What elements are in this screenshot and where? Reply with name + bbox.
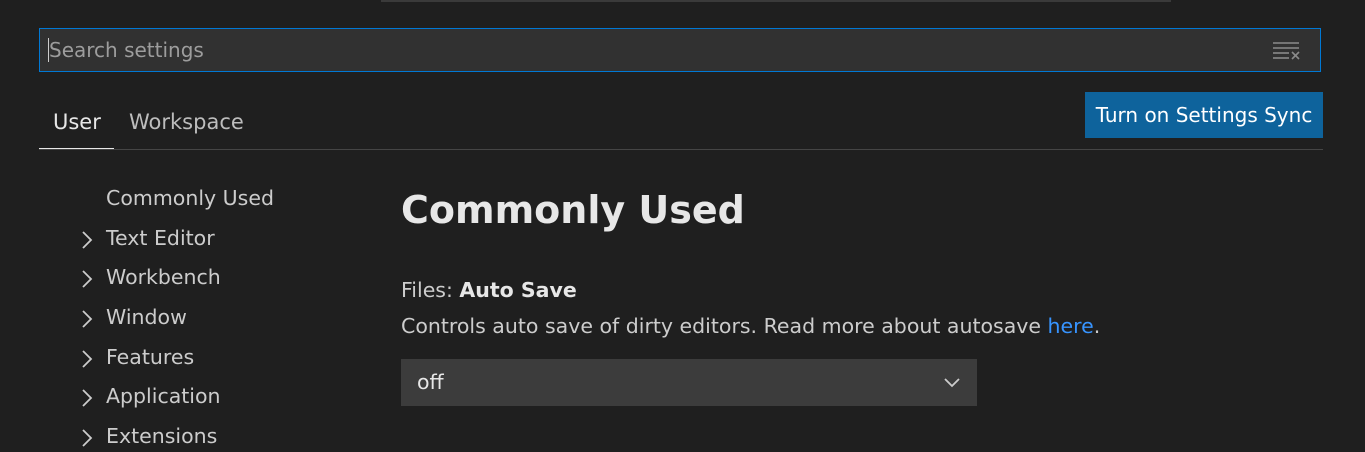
- search-box: [39, 28, 1321, 72]
- toc-item-features[interactable]: Features: [76, 339, 376, 379]
- clear-filter-icon[interactable]: [1272, 40, 1300, 60]
- toc-item-application[interactable]: Application: [76, 378, 376, 418]
- toc-item-commonly-used[interactable]: Commonly Used: [76, 180, 376, 220]
- auto-save-select[interactable]: off: [401, 359, 977, 406]
- settings-editor: User Workspace Turn on Settings Sync Com…: [0, 0, 1365, 452]
- setting-description-text: Controls auto save of dirty editors. Rea…: [401, 314, 1048, 338]
- tab-user[interactable]: User: [53, 108, 101, 148]
- setting-name: Auto Save: [459, 278, 577, 302]
- toc-item-label: Application: [106, 384, 221, 409]
- settings-toc: Commonly Used Text Editor Workbench Wind…: [76, 180, 376, 452]
- turn-on-settings-sync-button[interactable]: Turn on Settings Sync: [1085, 92, 1323, 138]
- section-title: Commonly Used: [401, 188, 745, 232]
- chevron-right-icon[interactable]: [80, 269, 94, 289]
- autosave-docs-link[interactable]: here: [1048, 314, 1094, 338]
- setting-description: Controls auto save of dirty editors. Rea…: [401, 314, 1100, 338]
- chevron-right-icon[interactable]: [80, 309, 94, 329]
- toc-item-label: Extensions: [106, 424, 218, 449]
- search-input[interactable]: [49, 29, 1249, 71]
- chevron-right-icon[interactable]: [80, 230, 94, 250]
- toc-item-label: Window: [106, 305, 187, 330]
- toc-item-window[interactable]: Window: [76, 299, 376, 339]
- tab-scrollbar[interactable]: [381, 0, 1171, 2]
- toc-item-label: Features: [106, 344, 195, 369]
- toc-item-label: Text Editor: [106, 225, 215, 250]
- toc-item-text-editor[interactable]: Text Editor: [76, 220, 376, 260]
- chevron-right-icon[interactable]: [80, 349, 94, 369]
- toc-item-label: Commonly Used: [106, 186, 274, 210]
- tab-workspace[interactable]: Workspace: [129, 108, 244, 148]
- chevron-right-icon[interactable]: [80, 388, 94, 408]
- chevron-down-icon: [944, 378, 960, 388]
- setting-category: Files:: [401, 278, 460, 302]
- toc-item-extensions[interactable]: Extensions: [76, 418, 376, 452]
- setting-description-suffix: .: [1093, 314, 1101, 338]
- chevron-right-icon[interactable]: [80, 428, 94, 448]
- tabs-divider: [39, 149, 1323, 150]
- toc-item-label: Workbench: [106, 265, 221, 290]
- select-value: off: [417, 370, 444, 394]
- setting-title: Files: Auto Save: [401, 278, 577, 302]
- toc-item-workbench[interactable]: Workbench: [76, 259, 376, 299]
